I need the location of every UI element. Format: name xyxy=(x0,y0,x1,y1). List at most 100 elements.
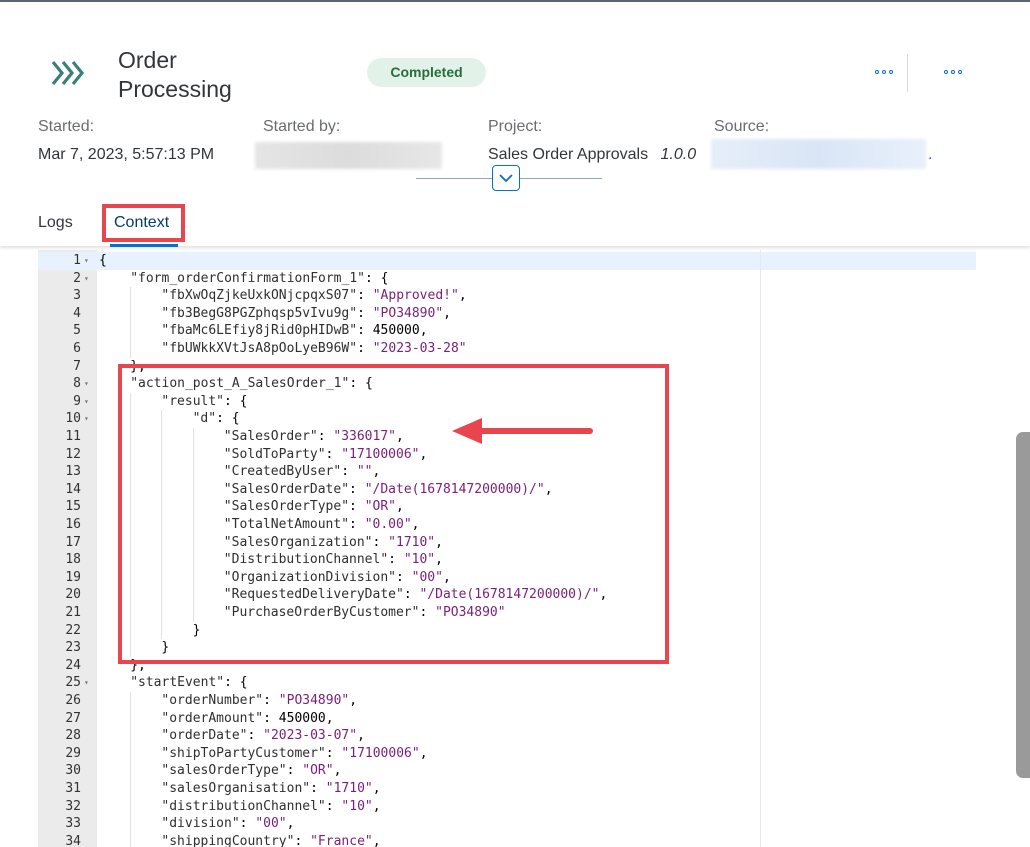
code-line[interactable]: 25 ▾ "startEvent": { xyxy=(38,674,976,692)
code-line[interactable]: 14 "SalesOrderDate": "/Date(1678147200000… xyxy=(38,481,976,499)
json-punctuation: : xyxy=(239,816,256,832)
status-badge: Completed xyxy=(367,58,486,87)
json-key: "TotalNetAmount" xyxy=(223,517,350,532)
json-punctuation: , xyxy=(443,305,451,321)
code-line[interactable]: 30 "salesOrderType": "OR", xyxy=(38,762,976,780)
json-punctuation: : xyxy=(263,710,279,726)
code-text: "fb3BegG8PGZphqsp5vIvu9g": "PO34890", xyxy=(161,305,451,323)
json-punctuation: : xyxy=(294,833,311,847)
json-string: "10" xyxy=(403,552,436,568)
code-line[interactable]: 27 "orderAmount": 450000, xyxy=(38,710,976,728)
code-line[interactable]: 23} xyxy=(38,639,976,657)
code-line[interactable]: 24}, xyxy=(38,657,976,675)
code-line[interactable]: 22} xyxy=(38,622,976,640)
json-string: "OR" xyxy=(302,763,334,779)
code-text: "distributionChannel": "10", xyxy=(161,798,380,816)
json-punctuation: }, xyxy=(130,358,146,374)
line-number: 8 xyxy=(73,376,81,392)
code-line[interactable]: 33 "division": "00", xyxy=(38,815,976,833)
collapse-header-button[interactable] xyxy=(492,165,520,191)
code-line[interactable]: 20 "RequestedDeliveryDate": "/Date(167814… xyxy=(38,586,976,604)
code-line[interactable]: 12 "SoldToParty": "17100006", xyxy=(38,446,976,464)
more-actions-button[interactable] xyxy=(873,62,899,82)
scrollbar-thumb[interactable] xyxy=(1016,432,1030,778)
json-key: "form_orderConfirmationForm_1" xyxy=(130,270,365,286)
code-line[interactable]: 17 "SalesOrganization": "1710", xyxy=(38,534,976,552)
code-line[interactable]: 26 "orderNumber": "PO34890", xyxy=(38,692,976,710)
line-number: 15 xyxy=(65,499,81,515)
json-punctuation: } xyxy=(161,640,170,656)
code-text: "salesOrderType": "OR", xyxy=(161,762,341,780)
fold-toggle-icon[interactable]: ▾ xyxy=(84,375,89,393)
json-punctuation: : xyxy=(372,534,389,550)
line-number: 31 xyxy=(65,781,81,796)
code-line[interactable]: 6 "fbUWkkXVtJsA8pOoLyeB96W": "2023-03-28" xyxy=(38,340,976,358)
code-line[interactable]: 16 "TotalNetAmount": "0.00", xyxy=(38,516,976,534)
json-punctuation: } xyxy=(192,622,201,638)
json-key: "division" xyxy=(161,816,240,832)
json-punctuation: : xyxy=(263,693,279,708)
code-line[interactable]: 32 "distributionChannel": "10", xyxy=(38,798,976,816)
tab-logs[interactable]: Logs xyxy=(38,214,73,232)
json-punctuation: , xyxy=(396,499,404,515)
json-punctuation: , xyxy=(544,481,553,497)
code-line[interactable]: 4 "fb3BegG8PGZphqsp5vIvu9g": "PO34890", xyxy=(38,305,976,323)
line-number: 21 xyxy=(65,605,81,620)
page-header: Order Processing Completed Started: Mar … xyxy=(0,2,1030,247)
code-line[interactable]: 15 "SalesOrderType": "OR", xyxy=(38,498,976,516)
code-text: "orderAmount": 450000, xyxy=(161,710,333,728)
project-label: Project: xyxy=(488,118,543,135)
code-line[interactable]: 5 "fbaMc6LEfiy8jRid0pHIDwB": 450000, xyxy=(38,322,976,340)
project-value[interactable]: Sales Order Approvals 1.0.0 xyxy=(488,146,696,164)
json-punctuation: : xyxy=(419,605,436,620)
line-number: 24 xyxy=(65,657,81,673)
code-text: "fbUWkkXVtJsA8pOoLyeB96W": "2023-03-28" xyxy=(161,340,466,358)
code-text: "division": "00", xyxy=(161,815,294,833)
json-key: "SalesOrderType" xyxy=(223,499,350,515)
code-text: "shipToPartyCustomer": "17100006", xyxy=(161,745,427,763)
code-line[interactable]: 2 ▾ "form_orderConfirmationForm_1": { xyxy=(38,270,976,288)
fold-toggle-icon[interactable]: ▾ xyxy=(84,674,89,692)
code-line[interactable]: 31 "salesOrganisation": "1710", xyxy=(38,780,976,798)
code-line[interactable]: 18 "DistributionChannel": "10", xyxy=(38,551,976,569)
code-line[interactable]: 9 ▾ "result": { xyxy=(38,393,976,411)
project-version: 1.0.0 xyxy=(660,146,697,163)
tab-context[interactable]: Context xyxy=(114,214,169,232)
code-line[interactable]: 19 "OrganizationDivision": "00", xyxy=(38,569,976,587)
line-number: 14 xyxy=(65,481,81,497)
overflow-menu-button[interactable] xyxy=(942,62,968,82)
json-code-editor[interactable]: 1 ▾{2 ▾ "form_orderConfirmationForm_1": {3 "… xyxy=(38,250,976,847)
json-key: "distributionChannel" xyxy=(161,798,326,814)
json-key: "fbUWkkXVtJsA8pOoLyeB96W" xyxy=(161,341,358,356)
json-punctuation: : xyxy=(349,499,365,515)
json-punctuation: , xyxy=(372,798,381,814)
json-string: "00" xyxy=(255,816,287,832)
code-line[interactable]: 29 "shipToPartyCustomer": "17100006", xyxy=(38,745,976,763)
code-line[interactable]: 21 "PurchaseOrderByCustomer": "PO34890" xyxy=(38,604,976,622)
fold-toggle-icon[interactable]: ▾ xyxy=(84,393,89,411)
code-line[interactable]: 8 ▾ "action_post_A_SalesOrder_1": { xyxy=(38,375,976,393)
json-key: "fbaMc6LEfiy8jRid0pHIDwB" xyxy=(161,323,358,339)
fold-toggle-icon[interactable]: ▾ xyxy=(84,270,89,288)
code-line[interactable]: 3 "fbXwOqZjkeUxkONjcpqxS07": "Approved!", xyxy=(38,287,976,305)
started-by-redacted xyxy=(255,142,442,169)
line-number: 28 xyxy=(65,728,81,744)
code-text: "orderNumber": "PO34890", xyxy=(161,692,357,710)
line-number: 19 xyxy=(65,569,81,585)
json-punctuation: , xyxy=(599,587,608,603)
toolbar-separator xyxy=(907,54,908,92)
fold-toggle-icon[interactable]: ▾ xyxy=(84,410,89,428)
code-line[interactable]: 1 ▾ { xyxy=(38,252,976,270)
line-number: 17 xyxy=(65,534,81,550)
code-line[interactable]: 13 "CreatedByUser": "", xyxy=(38,463,976,481)
code-line[interactable]: 28 "orderDate": "2023-03-07", xyxy=(38,727,976,745)
json-string: "1710" xyxy=(388,534,436,550)
json-punctuation: : { xyxy=(216,411,240,427)
code-text: } xyxy=(161,639,169,657)
json-punctuation: , xyxy=(442,569,451,585)
code-text: "shippingCountry": "France", xyxy=(161,833,380,847)
code-line[interactable]: 7}, xyxy=(38,358,976,376)
fold-toggle-icon[interactable]: ▾ xyxy=(84,252,89,270)
json-key: "startEvent" xyxy=(130,675,225,691)
code-line[interactable]: 34 "shippingCountry": "France", xyxy=(38,833,976,847)
